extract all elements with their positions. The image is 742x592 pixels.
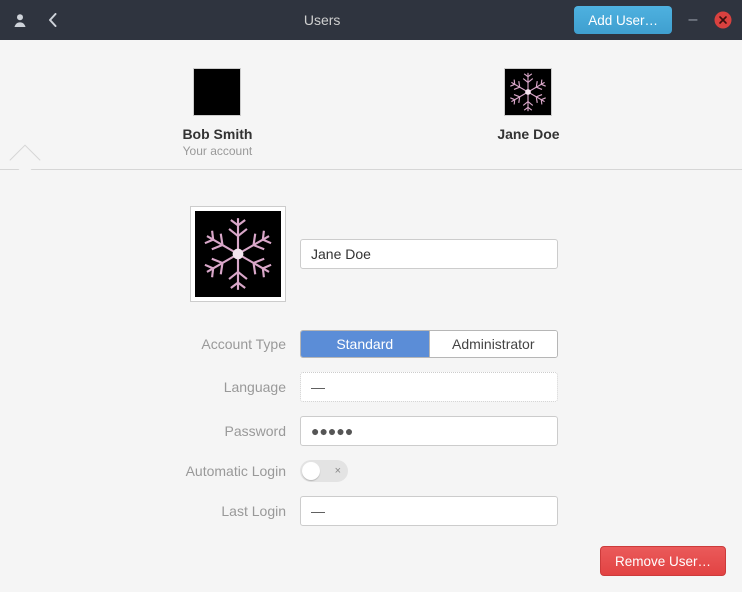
user-detail-form: Account Type Standard Administrator Lang… (0, 170, 742, 536)
account-type-admin[interactable]: Administrator (429, 331, 558, 357)
label-last-login: Last Login (40, 503, 300, 519)
user-list: Bob Smith Your account Jane Doe (0, 40, 742, 170)
label-password: Password (40, 423, 300, 439)
user-name: Bob Smith (182, 126, 252, 142)
automatic-login-toggle[interactable]: × (300, 460, 348, 482)
full-name-input[interactable] (300, 239, 558, 269)
remove-user-button[interactable]: Remove User… (600, 546, 726, 576)
label-auto-login: Automatic Login (40, 463, 300, 479)
back-button[interactable] (36, 6, 70, 34)
avatar-picker[interactable] (190, 206, 286, 302)
user-name: Jane Doe (497, 126, 559, 142)
password-field[interactable] (300, 416, 558, 446)
user-accounts-icon (8, 12, 32, 28)
minimize-button[interactable]: – (682, 9, 704, 31)
avatar-bob (193, 68, 241, 116)
last-login-field[interactable] (300, 496, 558, 526)
footer: Remove User… (0, 536, 742, 592)
users-window: Users Add User… – Bob Smith Your account… (0, 0, 742, 592)
toggle-off-icon: × (335, 465, 341, 477)
avatar-jane (504, 68, 552, 116)
label-language: Language (40, 379, 300, 395)
account-type-standard[interactable]: Standard (301, 331, 429, 357)
add-user-button[interactable]: Add User… (574, 6, 672, 34)
window-title: Users (74, 12, 570, 28)
titlebar: Users Add User… – (0, 0, 742, 40)
strip-border (0, 144, 742, 170)
close-button[interactable] (714, 11, 732, 29)
language-field[interactable] (300, 372, 558, 402)
account-type-segmented: Standard Administrator (300, 330, 558, 358)
label-account-type: Account Type (40, 336, 300, 352)
